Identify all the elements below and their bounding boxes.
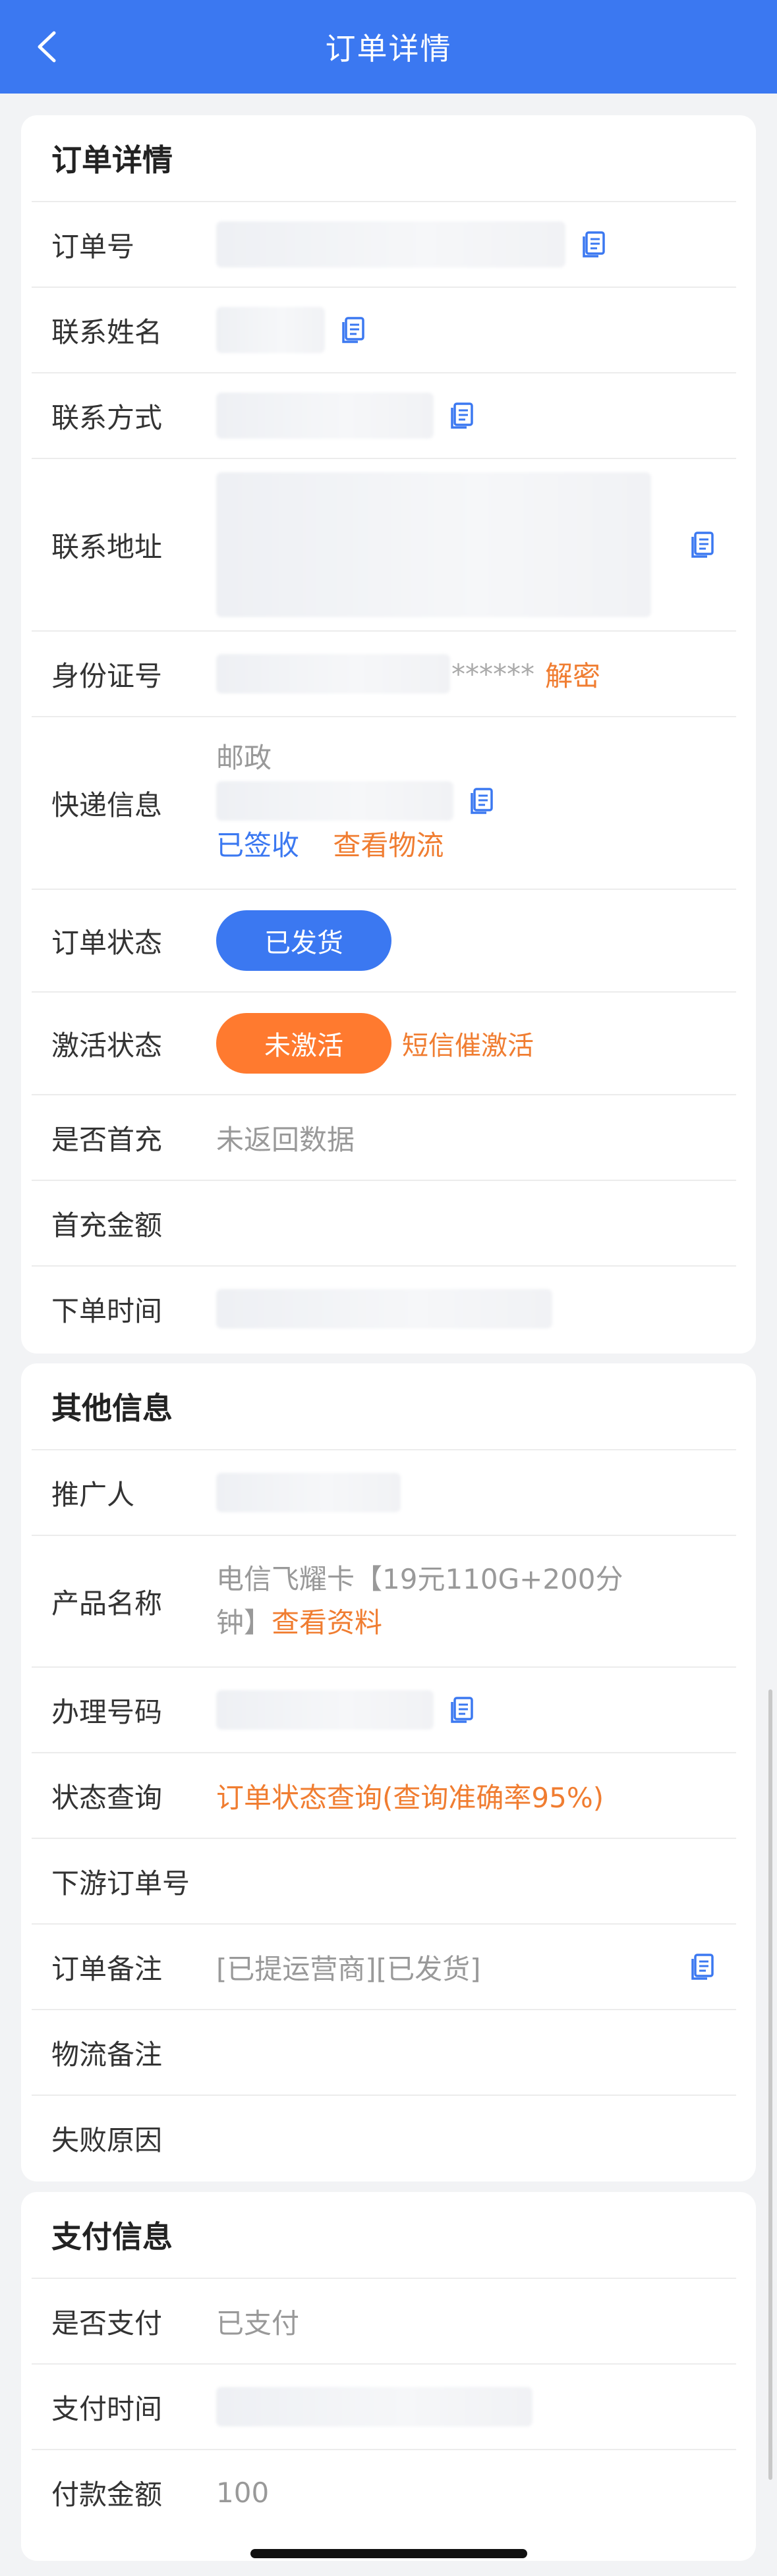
downstream-order-label: 下游订单号 [51, 1867, 190, 1900]
order-time-row: 下单时间 [32, 1265, 736, 1351]
copy-icon[interactable] [467, 786, 496, 815]
view-logistics-link[interactable]: 查看物流 [333, 829, 444, 862]
back-button[interactable] [30, 30, 63, 63]
handle-number-label: 办理号码 [51, 1695, 163, 1728]
status-query-label: 状态查询 [51, 1781, 163, 1814]
pay-amount-row: 付款金额 100 [32, 2449, 736, 2535]
is-paid-value: 已支付 [216, 2307, 300, 2340]
nav-header: 订单详情 [0, 0, 777, 94]
decrypt-button[interactable]: 解密 [545, 654, 600, 694]
tracking-no-blurred [216, 781, 453, 821]
order-status-row: 订单状态 已发货 [32, 889, 736, 991]
copy-icon[interactable] [338, 315, 367, 344]
handle-number-value-blurred [216, 1690, 434, 1730]
scrollbar[interactable] [768, 1689, 772, 2480]
order-no-label: 订单号 [51, 230, 135, 263]
first-recharge-row: 是否首充 未返回数据 [32, 1094, 736, 1180]
payment-info-card: 支付信息 是否支付 已支付 支付时间 付款金额 100 [21, 2192, 756, 2561]
fail-reason-row: 失败原因 [32, 2095, 736, 2180]
pay-time-value-blurred [216, 2387, 532, 2426]
copy-icon[interactable] [447, 1695, 476, 1724]
order-detail-card: 订单详情 订单号 联系姓名 联系方式 联系地址 身份证号 ****** 解密 快… [21, 115, 756, 1354]
order-detail-section-title: 订单详情 [51, 142, 173, 178]
order-status-badge: 已发货 [216, 910, 391, 971]
id-card-mask: ****** [451, 657, 534, 690]
id-card-row: 身份证号 ****** 解密 [32, 630, 736, 716]
logistics-remark-label: 物流备注 [51, 2038, 163, 2071]
fail-reason-label: 失败原因 [51, 2124, 163, 2156]
payment-info-section-title: 支付信息 [51, 2219, 173, 2255]
contact-method-row: 联系方式 [32, 372, 736, 458]
contact-method-value-blurred [216, 393, 434, 439]
other-info-section-title: 其他信息 [51, 1390, 173, 1426]
status-query-link[interactable]: 订单状态查询(查询准确率95%) [216, 1776, 736, 1816]
first-recharge-label: 是否首充 [51, 1123, 163, 1156]
page-title: 订单详情 [325, 31, 452, 67]
home-indicator[interactable] [250, 2549, 527, 2558]
contact-name-label: 联系姓名 [51, 315, 163, 348]
is-paid-row: 是否支付 已支付 [32, 2278, 736, 2363]
status-query-row: 状态查询 订单状态查询(查询准确率95%) [32, 1752, 736, 1838]
logistics-remark-row: 物流备注 [32, 2009, 736, 2095]
contact-method-label: 联系方式 [51, 401, 163, 434]
pay-amount-label: 付款金额 [51, 2478, 163, 2511]
promoter-value-blurred [216, 1473, 401, 1512]
first-recharge-value: 未返回数据 [216, 1123, 355, 1156]
contact-address-row: 联系地址 [32, 458, 736, 630]
chevron-left-icon [38, 31, 56, 63]
copy-icon[interactable] [687, 530, 716, 559]
order-time-value-blurred [216, 1289, 552, 1329]
contact-address-value-blurred [216, 472, 651, 617]
id-card-label: 身份证号 [51, 659, 163, 692]
downstream-order-row: 下游订单号 [32, 1838, 736, 1923]
express-label: 快递信息 [51, 788, 163, 821]
contact-address-label: 联系地址 [51, 530, 163, 563]
first-recharge-amount-label: 首充金额 [51, 1209, 163, 1242]
activation-status-row: 激活状态 未激活 短信催激活 [32, 991, 736, 1094]
pay-time-row: 支付时间 [32, 2363, 736, 2449]
is-paid-label: 是否支付 [51, 2307, 163, 2340]
order-no-value-blurred [216, 221, 565, 267]
copy-icon[interactable] [579, 230, 608, 259]
product-name-row: 产品名称 电信飞耀卡【19元110G+200分钟】查看资料 [32, 1535, 736, 1666]
order-no-row: 订单号 [32, 201, 736, 287]
pay-time-label: 支付时间 [51, 2392, 163, 2425]
order-remark-value: [已提运营商][已发货] [216, 1952, 481, 1985]
pay-amount-value: 100 [216, 2476, 270, 2509]
order-remark-label: 订单备注 [51, 1952, 163, 1985]
first-recharge-amount-row: 首充金额 [32, 1180, 736, 1265]
order-remark-row: 订单备注 [已提运营商][已发货] [32, 1923, 736, 2009]
promoter-row: 推广人 [32, 1449, 736, 1535]
express-company: 邮政 [216, 742, 272, 774]
activation-status-badge: 未激活 [216, 1013, 391, 1074]
activation-status-label: 激活状态 [51, 1029, 163, 1062]
copy-icon[interactable] [687, 1952, 716, 1981]
contact-name-value-blurred [216, 307, 325, 353]
order-status-label: 订单状态 [51, 926, 163, 959]
express-row: 快递信息 邮政 已签收 查看物流 [32, 716, 736, 889]
sms-activate-button[interactable]: 短信催激活 [402, 1024, 534, 1062]
order-time-label: 下单时间 [51, 1294, 163, 1327]
id-card-value-blurred [216, 654, 450, 694]
handle-number-row: 办理号码 [32, 1666, 736, 1752]
contact-name-row: 联系姓名 [32, 287, 736, 372]
product-name-label: 产品名称 [51, 1587, 163, 1620]
other-info-card: 其他信息 推广人 产品名称 电信飞耀卡【19元110G+200分钟】查看资料 办… [21, 1363, 756, 2181]
signed-status: 已签收 [216, 829, 300, 862]
copy-icon[interactable] [447, 401, 476, 430]
view-info-link[interactable]: 查看资料 [272, 1606, 382, 1639]
promoter-label: 推广人 [51, 1478, 135, 1511]
